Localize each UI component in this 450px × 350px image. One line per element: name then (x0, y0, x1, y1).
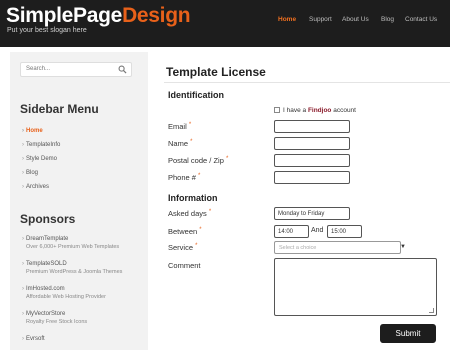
sponsor-item[interactable]: › DreamTemplate Over 6,000+ Premium Web Te… (22, 235, 122, 260)
phone-label: Phone # * (168, 173, 200, 182)
between-from-field[interactable]: 14:00 (274, 225, 309, 238)
sponsor-item[interactable]: › Evrsoft (22, 335, 122, 350)
sponsor-name: TemplateSOLD (26, 261, 67, 267)
sidebar-item-label: Style Demo (26, 156, 58, 162)
name-label-text: Name (168, 139, 189, 148)
required-mark: * (199, 227, 202, 233)
required-mark: * (188, 122, 192, 128)
chevron-right-icon: › (22, 311, 24, 317)
sponsor-name: MyVectorStore (26, 311, 66, 317)
chevron-right-icon: › (22, 261, 24, 267)
main-nav: Home Support About Us Blog Contact Us (0, 16, 450, 26)
information-heading: Information (168, 193, 218, 203)
sidebar-menu: › Home › TemplateInfo › Style Demo › Blog › A… (22, 124, 60, 194)
findjoo-text: I have a (283, 107, 308, 114)
name-label: Name * (168, 139, 192, 148)
chevron-right-icon: › (22, 336, 24, 342)
phone-label-text: Phone # (168, 173, 196, 182)
between-to-field[interactable]: 15:00 (327, 225, 362, 238)
chevron-right-icon: › (22, 170, 24, 176)
submit-button[interactable]: Submit (380, 324, 436, 343)
sidebar-item-style-demo[interactable]: › Style Demo (22, 152, 60, 166)
sponsor-item[interactable]: › TemplateSOLD Premium WordPress & Joomla … (22, 260, 122, 285)
header: SimplePageDesign Put your best slogan he… (0, 0, 450, 47)
email-field[interactable] (274, 120, 350, 133)
service-select[interactable]: Select a choice (274, 241, 401, 254)
search-icon[interactable] (118, 65, 127, 74)
resize-grip-icon[interactable] (429, 308, 434, 313)
sidebar-item-archives[interactable]: › Archives (22, 180, 60, 194)
sidebar-item-home[interactable]: › Home (22, 124, 60, 138)
sidebar-menu-title: Sidebar Menu (20, 102, 99, 116)
nav-item-support[interactable]: Support (309, 16, 332, 23)
sidebar-item-templateinfo[interactable]: › TemplateInfo (22, 138, 60, 152)
asked-days-field[interactable]: Monday to Friday (274, 207, 350, 220)
sponsor-desc: Premium WordPress & Joomla Themes (26, 269, 123, 275)
nav-item-contact-us[interactable]: Contact Us (405, 16, 437, 23)
nav-item-about-us[interactable]: About Us (342, 16, 369, 23)
asked-days-label: Asked days * (168, 209, 211, 218)
service-label: Service * (168, 243, 197, 252)
findjoo-brand: Findjoo (307, 107, 332, 114)
findjoo-checkbox[interactable] (274, 107, 280, 113)
findjoo-account-option[interactable]: I have a Findjoo account (274, 107, 356, 114)
service-label-text: Service (168, 243, 194, 252)
title-divider (164, 82, 450, 83)
sidebar: Search... Sidebar Menu › Home › TemplateIn… (10, 52, 148, 350)
sponsor-item[interactable]: › MyVectorStore Royalty Free Stock Icons (22, 310, 122, 335)
and-label: And (311, 227, 324, 234)
postal-code-field[interactable] (274, 154, 350, 167)
chevron-right-icon: › (22, 184, 24, 190)
search-placeholder: Search... (26, 66, 51, 72)
sidebar-item-label: Archives (26, 184, 50, 190)
required-mark: * (198, 173, 201, 179)
identification-heading: Identification (168, 90, 224, 100)
chevron-right-icon: › (22, 156, 24, 162)
email-label: Email * (168, 122, 191, 131)
comment-label: Comment (168, 261, 201, 270)
sponsors-title: Sponsors (20, 212, 76, 226)
sidebar-item-blog[interactable]: › Blog (22, 166, 60, 180)
nav-item-blog[interactable]: Blog (381, 16, 394, 23)
sponsor-desc: Affordable Web Hosting Provider (26, 294, 106, 300)
sponsors-list: › DreamTemplate Over 6,000+ Premium Web Te… (22, 235, 122, 350)
phone-field[interactable] (274, 171, 350, 184)
nav-item-home[interactable]: Home (278, 16, 296, 23)
chevron-right-icon: › (22, 286, 24, 292)
postal-label-text: Postal code / Zip (168, 156, 224, 165)
page-title: Template License (166, 65, 266, 79)
email-label-text: Email (168, 122, 187, 131)
required-mark: * (208, 209, 212, 215)
main-content: Template License Identification I have a… (164, 52, 450, 350)
sidebar-item-label: Home (26, 128, 43, 134)
findjoo-suffix: account (331, 107, 356, 114)
required-mark: * (190, 139, 193, 145)
sponsor-name: ImHosted.com (26, 286, 65, 292)
chevron-right-icon: › (22, 142, 24, 148)
chevron-right-icon: › (22, 128, 24, 134)
required-mark: * (195, 243, 198, 249)
between-label: Between * (168, 227, 202, 236)
sponsor-item[interactable]: › ImHosted.com Affordable Web Hosting Prov… (22, 285, 122, 310)
required-mark: * (225, 156, 229, 162)
search-input[interactable]: Search... (20, 62, 132, 77)
sidebar-item-label: Blog (26, 170, 39, 176)
sponsor-desc: Royalty Free Stock Icons (26, 319, 88, 325)
asked-days-label-text: Asked days (168, 209, 207, 218)
postal-label: Postal code / Zip * (168, 156, 228, 165)
sponsor-name: DreamTemplate (26, 236, 69, 242)
dropdown-arrow-icon[interactable]: ▼ (400, 244, 406, 250)
sponsor-name: Evrsoft (26, 336, 45, 342)
comment-textarea[interactable] (274, 258, 437, 316)
between-label-text: Between (168, 227, 198, 236)
name-field[interactable] (274, 137, 350, 150)
chevron-right-icon: › (22, 236, 24, 242)
site-slogan: Put your best slogan here (7, 27, 87, 34)
sidebar-item-label: TemplateInfo (26, 142, 61, 148)
sponsor-desc: Over 6,000+ Premium Web Templates (26, 244, 120, 250)
